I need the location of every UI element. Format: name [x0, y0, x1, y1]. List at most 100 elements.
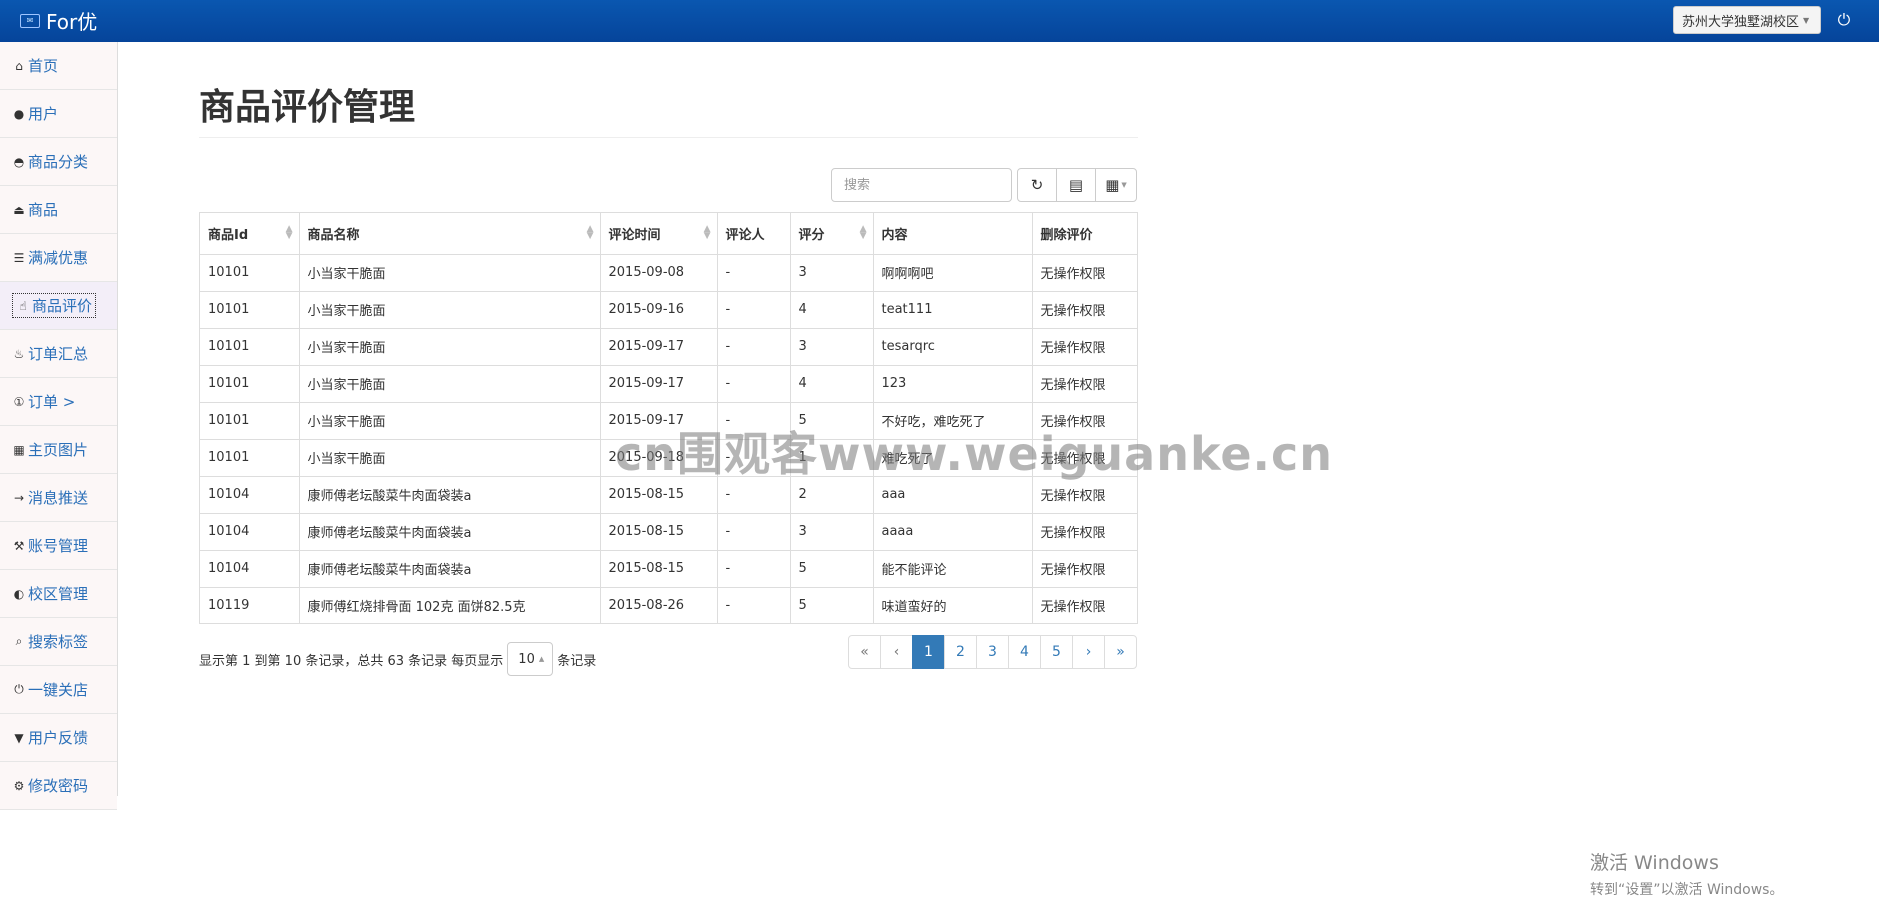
table-cell: - — [717, 364, 791, 402]
table-toolbar: ↻ ▤ ▦ ▼ — [1017, 168, 1137, 202]
sort-icon: ▲ ▼ — [285, 224, 293, 241]
sidebar-item[interactable]: ① 订单 > — [0, 378, 117, 426]
table-cell: 2015-09-16 — [600, 290, 718, 328]
column-header[interactable]: 商品名称 ▲ ▼ — [299, 213, 601, 255]
column-header: 删除评价 — [1032, 213, 1137, 255]
page-info-text: 显示第 1 到第 10 条记录，总共 63 条记录 每页显示 — [199, 653, 504, 669]
sidebar-item-label: 商品评价 — [32, 297, 93, 315]
search-input[interactable] — [831, 168, 1012, 202]
chevron-down-icon: ▲ — [538, 655, 545, 663]
sidebar-item-label: 校区管理 — [28, 585, 89, 603]
sidebar-item[interactable]: ☰ 满减优惠 — [0, 234, 117, 282]
power-icon[interactable]: ⏻ — [1834, 10, 1854, 30]
sidebar-item[interactable]: ◐ 校区管理 — [0, 570, 117, 618]
activation-title: 激活 Windows — [1590, 852, 1719, 874]
chevron-down-icon: ▼ — [1121, 181, 1127, 189]
brand-name: For优 — [46, 10, 98, 34]
sidebar-item[interactable]: → 消息推送 — [0, 474, 117, 522]
table-cell: 10119 — [200, 586, 300, 624]
table-cell: 无操作权限 — [1032, 327, 1137, 365]
table-cell: 康师傅老坛酸菜牛肉面袋装a — [299, 475, 601, 513]
list-icon: ▤ — [1068, 176, 1084, 194]
page-button[interactable]: 2 — [944, 635, 977, 669]
table-cell: 小当家干脆面 — [299, 327, 601, 365]
table-row: 10101 小当家干脆面 2015-09-16-4 teat111 无操作权限 — [200, 290, 1137, 328]
sidebar-item-icon: ▼ — [14, 730, 24, 745]
table-cell: 康师傅老坛酸菜牛肉面袋装a — [299, 549, 601, 587]
table-cell: 10104 — [200, 512, 300, 550]
table-cell: 5 — [790, 549, 874, 587]
page-button[interactable]: 5 — [1040, 635, 1073, 669]
pagination: «‹ 1 2 3 4 5 ›» — [848, 635, 1137, 669]
column-header[interactable]: 评分 ▲ ▼ — [790, 213, 874, 255]
page-size-select[interactable]: 10 ▲ — [507, 642, 554, 676]
sidebar-item[interactable]: ☝ 商品评价 — [0, 282, 117, 330]
page-button[interactable]: 4 — [1008, 635, 1041, 669]
page-button[interactable]: 1 — [912, 635, 945, 669]
table-cell: 小当家干脆面 — [299, 364, 601, 402]
table-cell: 10101 — [200, 364, 300, 402]
sidebar-item[interactable]: ⏻ 一键关店 — [0, 666, 117, 714]
sidebar-item[interactable]: ⌕ 搜索标签 — [0, 618, 117, 666]
sidebar-item-label: 修改密码 — [28, 777, 89, 795]
refresh-button[interactable]: ↻ — [1017, 168, 1057, 202]
table-cell: 2015-09-17 — [600, 327, 718, 365]
sidebar-item[interactable]: ◓ 商品分类 — [0, 138, 117, 186]
column-header-label: 商品Id — [208, 227, 249, 243]
sidebar-item-label: 订单 > — [28, 393, 76, 411]
page-button[interactable]: ‹ — [880, 635, 913, 669]
column-header-label: 内容 — [881, 227, 908, 243]
table-cell: 2015-09-17 — [600, 364, 718, 402]
table-cell: tesarqrc — [873, 327, 1033, 365]
windows-activation-notice: 激活 Windows 转到“设置”以激活 Windows。 — [1590, 848, 1783, 899]
sidebar-item-label: 用户 — [28, 105, 59, 123]
table-cell: 2015-09-08 — [600, 253, 718, 291]
table-cell: 无操作权限 — [1032, 549, 1137, 587]
sidebar-item-icon: ☝ — [19, 298, 27, 313]
sidebar-item-icon: ◐ — [13, 586, 25, 601]
sidebar-item[interactable]: ⚒ 账号管理 — [0, 522, 117, 570]
page-button[interactable]: 3 — [976, 635, 1009, 669]
sidebar-item[interactable]: ♨ 订单汇总 — [0, 330, 117, 378]
top-navbar: ✉ For优 苏州大学独墅湖校区 ▼ ⏻ — [0, 0, 1879, 42]
refresh-icon: ↻ — [1030, 176, 1044, 194]
sidebar-item-icon: ▦ — [13, 442, 25, 457]
table-cell: - — [717, 253, 791, 291]
table-cell: 10101 — [200, 327, 300, 365]
table-cell: 小当家干脆面 — [299, 253, 601, 291]
page-button[interactable]: « — [848, 635, 881, 669]
sidebar-item-label: 用户反馈 — [28, 729, 89, 747]
campus-dropdown[interactable]: 苏州大学独墅湖校区 ▼ — [1673, 6, 1821, 34]
table-cell: 啊啊啊吧 — [873, 253, 1033, 291]
columns-button[interactable]: ▦ ▼ — [1095, 168, 1137, 202]
table-cell: 10101 — [200, 290, 300, 328]
table-cell: 康师傅老坛酸菜牛肉面袋装a — [299, 512, 601, 550]
sidebar-item[interactable]: ▦ 主页图片 — [0, 426, 117, 474]
sidebar-item[interactable]: ⌂ 首页 — [0, 42, 117, 90]
brand[interactable]: ✉ For优 — [20, 6, 97, 35]
table-cell: teat111 — [873, 290, 1033, 328]
table-row: 10101 小当家干脆面 2015-09-17-3 tesarqrc 无操作权限 — [200, 327, 1137, 365]
page-button[interactable]: › — [1072, 635, 1105, 669]
table-cell: 2015-08-26 — [600, 586, 718, 624]
column-header[interactable]: 评论时间 ▲ ▼ — [600, 213, 718, 255]
sidebar-item-label: 满减优惠 — [28, 249, 89, 267]
table-cell: 10101 — [200, 253, 300, 291]
sidebar-item[interactable]: ⏏ 商品 — [0, 186, 117, 234]
sidebar-item[interactable]: ▼ 用户反馈 — [0, 714, 117, 762]
table-cell: 10101 — [200, 438, 300, 476]
sidebar-item[interactable]: ⚙ 修改密码 — [0, 762, 117, 810]
toggle-view-button[interactable]: ▤ — [1056, 168, 1096, 202]
sidebar-item-icon: ⏏ — [13, 202, 25, 217]
sidebar-item[interactable]: ● 用户 — [0, 90, 117, 138]
table-row: 10104 康师傅老坛酸菜牛肉面袋装a 2015-08-15-5 能不能评论 无操作权限 — [200, 549, 1137, 587]
column-header[interactable]: 商品Id ▲ ▼ — [200, 213, 300, 255]
sidebar-item-icon: ⌂ — [15, 58, 23, 73]
columns-icon: ▦ — [1105, 176, 1120, 194]
sort-icon: ▲ ▼ — [586, 224, 594, 241]
column-header-label: 商品名称 — [307, 227, 360, 243]
table-cell: 无操作权限 — [1032, 364, 1137, 402]
table-row: 10101 小当家干脆面 2015-09-08-3 啊啊啊吧 无操作权限 — [200, 253, 1137, 291]
table-cell: 无操作权限 — [1032, 253, 1137, 291]
page-button[interactable]: » — [1104, 635, 1137, 669]
